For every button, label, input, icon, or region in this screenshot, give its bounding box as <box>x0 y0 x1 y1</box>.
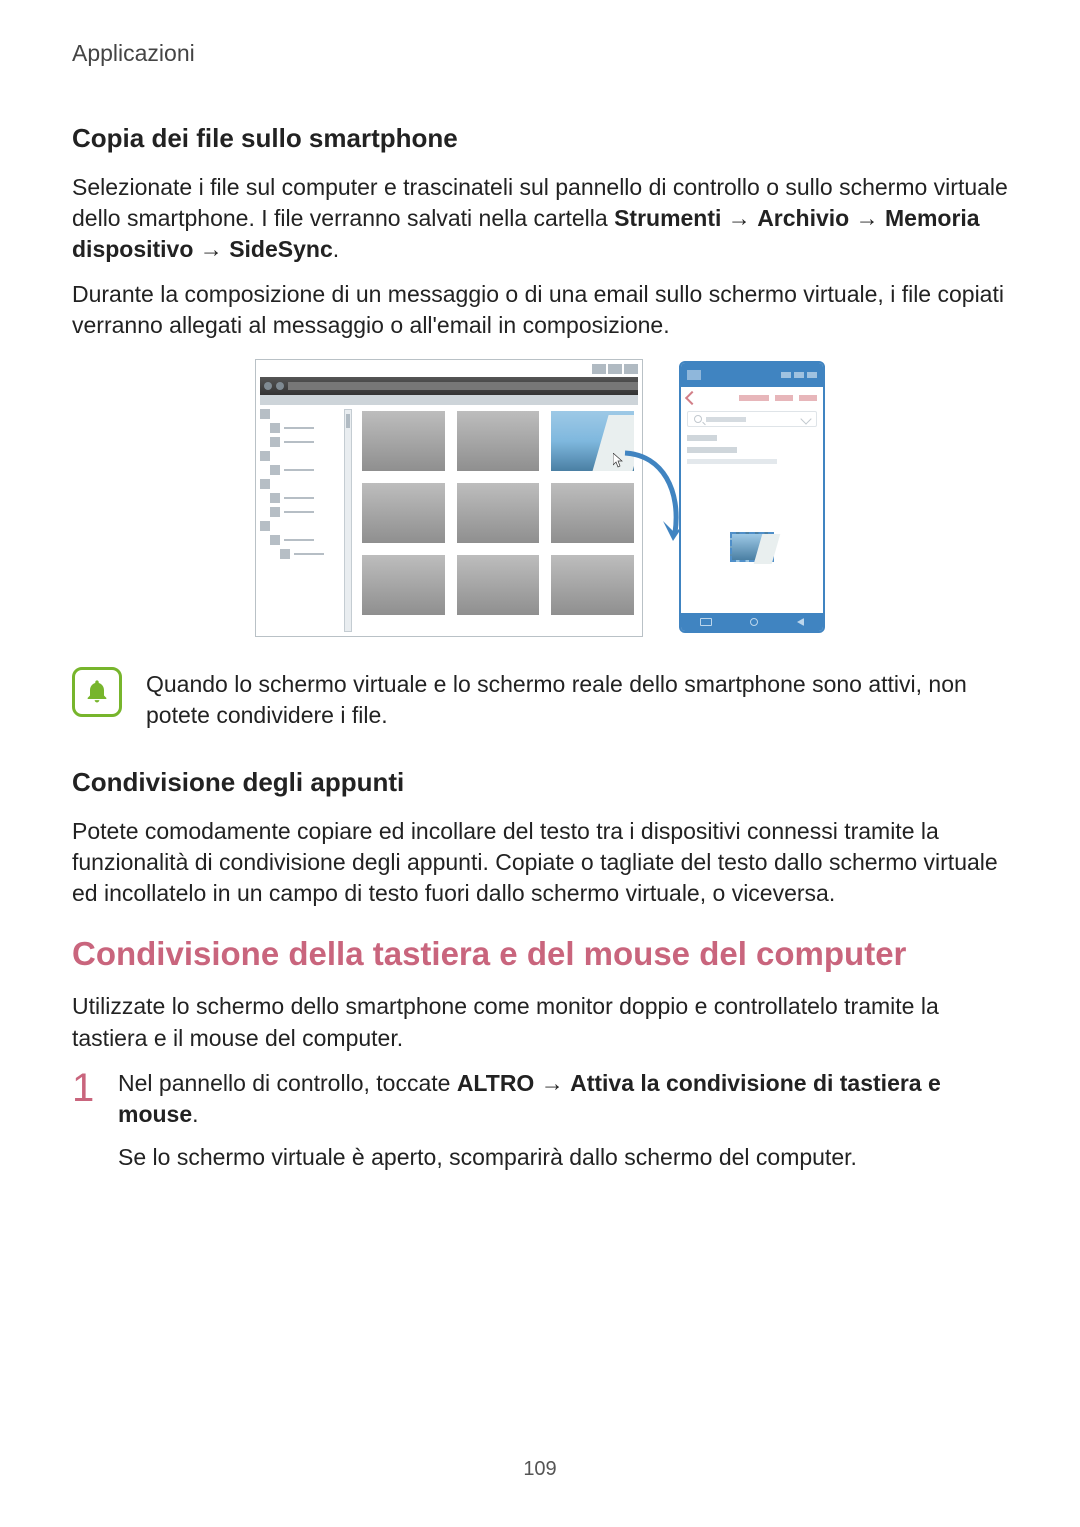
page-header-section: Applicazioni <box>72 40 1008 67</box>
page-number: 109 <box>0 1458 1080 1481</box>
heading-clipboard-share: Condivisione degli appunti <box>72 767 1008 798</box>
pc-titlebar <box>256 360 642 377</box>
pc-sidebar-tree <box>260 409 338 632</box>
step-1-line-1: Nel pannello di controllo, toccate ALTRO… <box>118 1068 1008 1130</box>
heading-copy-files: Copia dei file sullo smartphone <box>72 123 1008 154</box>
phone-navbar <box>681 613 823 631</box>
note-text: Quando lo schermo virtuale e lo schermo … <box>146 667 1008 731</box>
para-keyboard-mouse-intro: Utilizzate lo schermo dello smartphone c… <box>72 991 1008 1053</box>
heading-keyboard-mouse-share: Condivisione della tastiera e del mouse … <box>72 935 1008 973</box>
arrow-sep: → <box>721 205 757 231</box>
pc-toolbar <box>260 377 638 395</box>
phone-virtual-screen <box>679 361 825 633</box>
path-part-sidesync: SideSync <box>229 236 333 262</box>
para-copy-files-2: Durante la composizione di un messaggio … <box>72 279 1008 341</box>
phone-titlebar <box>681 363 823 387</box>
arrow-sep: → <box>849 205 885 231</box>
figure-drag-file <box>72 359 1008 639</box>
step-number: 1 <box>72 1068 98 1108</box>
note-block: Quando lo schermo virtuale e lo schermo … <box>72 667 1008 731</box>
text-run: . <box>192 1101 198 1127</box>
path-part-strumenti: Strumenti <box>614 205 721 231</box>
phone-dropped-thumb <box>730 532 774 562</box>
menu-altro: ALTRO <box>457 1070 535 1096</box>
text-run: Nel pannello di controllo, toccate <box>118 1070 457 1096</box>
step-1: 1 Nel pannello di controllo, toccate ALT… <box>72 1068 1008 1185</box>
arrow-sep: → <box>193 236 229 262</box>
step-1-line-2: Se lo schermo virtuale è aperto, scompar… <box>118 1142 1008 1173</box>
note-bell-icon <box>72 667 122 717</box>
pc-thumb-grid <box>358 409 638 632</box>
arrow-sep: → <box>534 1070 570 1096</box>
path-part-archivio: Archivio <box>757 205 849 231</box>
para-copy-files-1: Selezionate i file sul computer e trasci… <box>72 172 1008 265</box>
pc-scrollbar <box>344 409 352 632</box>
para-clipboard-share: Potete comodamente copiare ed incollare … <box>72 816 1008 909</box>
text-run: . <box>333 236 339 262</box>
pc-window <box>255 359 643 637</box>
